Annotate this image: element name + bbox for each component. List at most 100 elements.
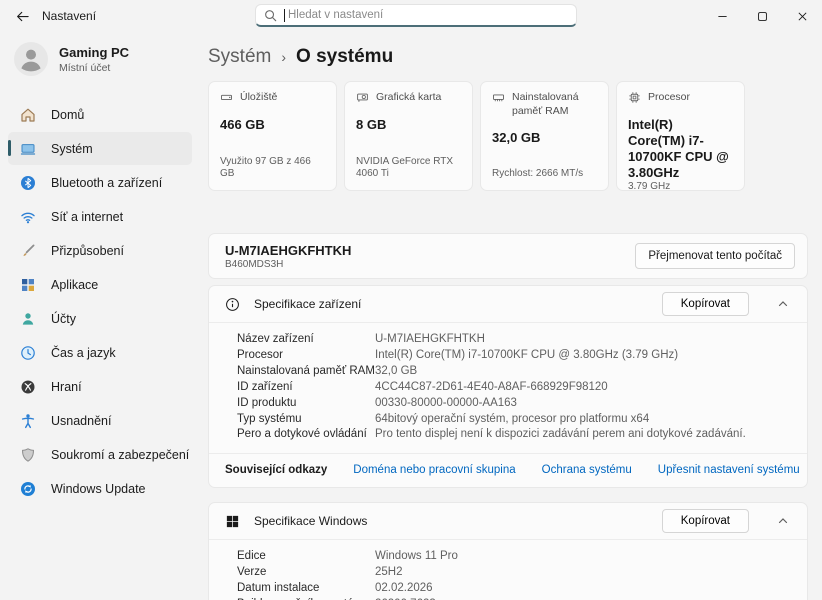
home-icon xyxy=(20,107,36,123)
chevron-up-icon[interactable] xyxy=(769,507,797,535)
sidebar-item-label: Účty xyxy=(51,311,76,326)
gpu-card[interactable]: Grafická karta 8 GB NVIDIA GeForce RTX 4… xyxy=(344,81,473,191)
breadcrumb-separator-icon: › xyxy=(281,49,287,65)
sidebar-nav: Domů Systém Bluetooth a zařízení Síť a i… xyxy=(0,98,200,505)
avatar xyxy=(14,42,48,76)
sidebar-item-accessibility[interactable]: Usnadnění xyxy=(8,404,192,437)
info-icon xyxy=(225,297,240,312)
device-specs-rows: Název zařízení U-M7IAEHGKFHTKH Procesor In… xyxy=(209,322,807,453)
sidebar-item-network[interactable]: Síť a internet xyxy=(8,200,192,233)
sidebar-item-bluetooth[interactable]: Bluetooth a zařízení xyxy=(8,166,192,199)
search-input[interactable]: Hledat v nastavení xyxy=(255,4,577,27)
personalization-icon xyxy=(20,243,36,259)
copy-device-specs-button[interactable]: Kopírovat xyxy=(661,292,749,316)
related-links-label: Související odkazy xyxy=(225,464,328,477)
minimize-button[interactable] xyxy=(702,0,742,32)
sidebar-item-time-language[interactable]: Čas a jazyk xyxy=(8,336,192,369)
copy-windows-specs-button[interactable]: Kopírovat xyxy=(661,509,749,534)
sidebar-item-accounts[interactable]: Účty xyxy=(8,302,192,335)
breadcrumb-parent[interactable]: Systém xyxy=(208,46,271,68)
card-value: 8 GB xyxy=(356,116,387,132)
spec-row: Pero a dotykové ovládání Pro tento disple… xyxy=(237,428,746,441)
spec-row: Typ systému 64bitový operační systém, pro… xyxy=(237,412,650,425)
rename-pc-button[interactable]: Přejmenovat tento počítač xyxy=(635,243,795,269)
selected-accent-bar xyxy=(8,140,11,156)
window-title: Nastavení xyxy=(42,9,97,23)
storage-card[interactable]: Úložiště 466 GB Využito 97 GB z 466 GB xyxy=(208,81,337,191)
summary-cards: Úložiště 466 GB Využito 97 GB z 466 GB G… xyxy=(208,81,822,192)
device-specs-header[interactable]: Specifikace zařízení Kopírovat xyxy=(209,286,807,322)
windows-specs-header[interactable]: Specifikace Windows Kopírovat xyxy=(209,503,807,539)
card-value: 32,0 GB xyxy=(492,130,541,146)
sidebar-item-gaming[interactable]: Hraní xyxy=(8,370,192,403)
titlebar: Nastavení Hledat v nastavení xyxy=(0,0,822,32)
sidebar-item-label: Bluetooth a zařízení xyxy=(51,175,163,190)
link-advanced-system-settings[interactable]: Upřesnit nastavení systému xyxy=(658,464,800,476)
sidebar-item-label: Windows Update xyxy=(51,481,146,496)
sidebar-item-label: Usnadnění xyxy=(51,413,112,428)
gpu-icon xyxy=(356,91,369,104)
user-profile[interactable]: Gaming PC Místní účet xyxy=(14,42,200,76)
breadcrumb: Systém › O systému xyxy=(208,46,822,68)
spec-row: Procesor Intel(R) Core(TM) i7-10700KF CPU… xyxy=(237,348,679,361)
sidebar-item-privacy[interactable]: Soukromí a zabezpečení xyxy=(8,438,192,471)
card-subtitle: 3.79 GHz xyxy=(628,180,671,192)
ram-icon xyxy=(492,91,505,104)
link-domain-workgroup[interactable]: Doména nebo pracovní skupina xyxy=(353,464,515,476)
sidebar-item-system[interactable]: Systém xyxy=(8,132,192,165)
device-name: U-M7IAEHGKFHTKH xyxy=(225,242,352,258)
sidebar-item-apps[interactable]: Aplikace xyxy=(8,268,192,301)
back-arrow-icon xyxy=(15,9,30,24)
sidebar-item-label: Hraní xyxy=(51,379,82,394)
page-title: O systému xyxy=(296,46,394,67)
sidebar-item-personalization[interactable]: Přizpůsobení xyxy=(8,234,192,267)
accounts-icon xyxy=(20,311,36,327)
profile-account-type: Místní účet xyxy=(59,61,111,74)
card-title: Procesor xyxy=(648,91,691,103)
ram-card[interactable]: Nainstalovaná paměť RAM 32,0 GB Rychlost… xyxy=(480,81,609,191)
sidebar-item-label: Aplikace xyxy=(51,277,99,292)
spec-row: Datum instalace 02.02.2026 xyxy=(237,582,433,595)
close-icon xyxy=(797,11,808,22)
time-language-icon xyxy=(20,345,36,361)
windows-logo-icon xyxy=(225,514,240,529)
cpu-card[interactable]: Procesor Intel(R) Core(TM) i7-10700KF CP… xyxy=(616,81,745,192)
device-model: B460MDS3H xyxy=(225,258,284,270)
back-button[interactable] xyxy=(8,2,36,30)
storage-icon xyxy=(220,91,233,104)
close-button[interactable] xyxy=(782,0,822,32)
maximize-icon xyxy=(757,11,768,22)
sidebar-item-windows-update[interactable]: Windows Update xyxy=(8,472,192,505)
device-name-panel: U-M7IAEHGKFHTKH B460MDS3H Přejmenovat te… xyxy=(208,233,808,279)
privacy-shield-icon xyxy=(20,447,36,463)
spec-row: ID zařízení 4CC44C87-2D61-4E40-A8AF-66892… xyxy=(237,380,608,393)
search-icon xyxy=(264,9,277,22)
spec-row: Nainstalovaná paměť RAM 32,0 GB xyxy=(237,364,418,377)
link-system-protection[interactable]: Ochrana systému xyxy=(542,464,632,476)
card-subtitle: NVIDIA GeForce RTX 4060 Ti xyxy=(356,156,454,179)
accessibility-icon xyxy=(20,413,36,429)
device-specs-title: Specifikace zařízení xyxy=(254,297,362,311)
card-subtitle: Využito 97 GB z 466 GB xyxy=(220,156,311,179)
chevron-up-icon[interactable] xyxy=(769,290,797,318)
card-title: Grafická karta xyxy=(376,91,442,103)
card-title: Nainstalovaná paměť RAM xyxy=(512,91,579,117)
spec-row: Verze 25H2 xyxy=(237,566,403,579)
sidebar-item-domu[interactable]: Domů xyxy=(8,98,192,131)
spec-row: Název zařízení U-M7IAEHGKFHTKH xyxy=(237,333,485,345)
maximize-button[interactable] xyxy=(742,0,782,32)
card-value: 466 GB xyxy=(220,116,265,132)
system-icon xyxy=(20,141,36,157)
cpu-icon xyxy=(628,91,641,104)
card-value: Intel(R) Core(TM) i7-10700KF CPU @ 3.80G… xyxy=(628,116,729,180)
sidebar-item-label: Domů xyxy=(51,107,85,122)
network-icon xyxy=(20,209,36,225)
sidebar-item-label: Systém xyxy=(51,141,93,156)
card-subtitle: Rychlost: 2666 MT/s xyxy=(492,168,584,179)
windows-specs-panel: Specifikace Windows Kopírovat Edice Windo… xyxy=(208,502,808,600)
windows-specs-title: Specifikace Windows xyxy=(254,514,368,529)
windows-specs-rows: Edice Windows 11 Pro Verze 25H2 Datum inst… xyxy=(209,539,807,600)
bluetooth-icon xyxy=(20,175,36,191)
spec-row: ID produktu 00330-80000-00000-AA163 xyxy=(237,396,517,409)
apps-icon xyxy=(20,277,36,293)
